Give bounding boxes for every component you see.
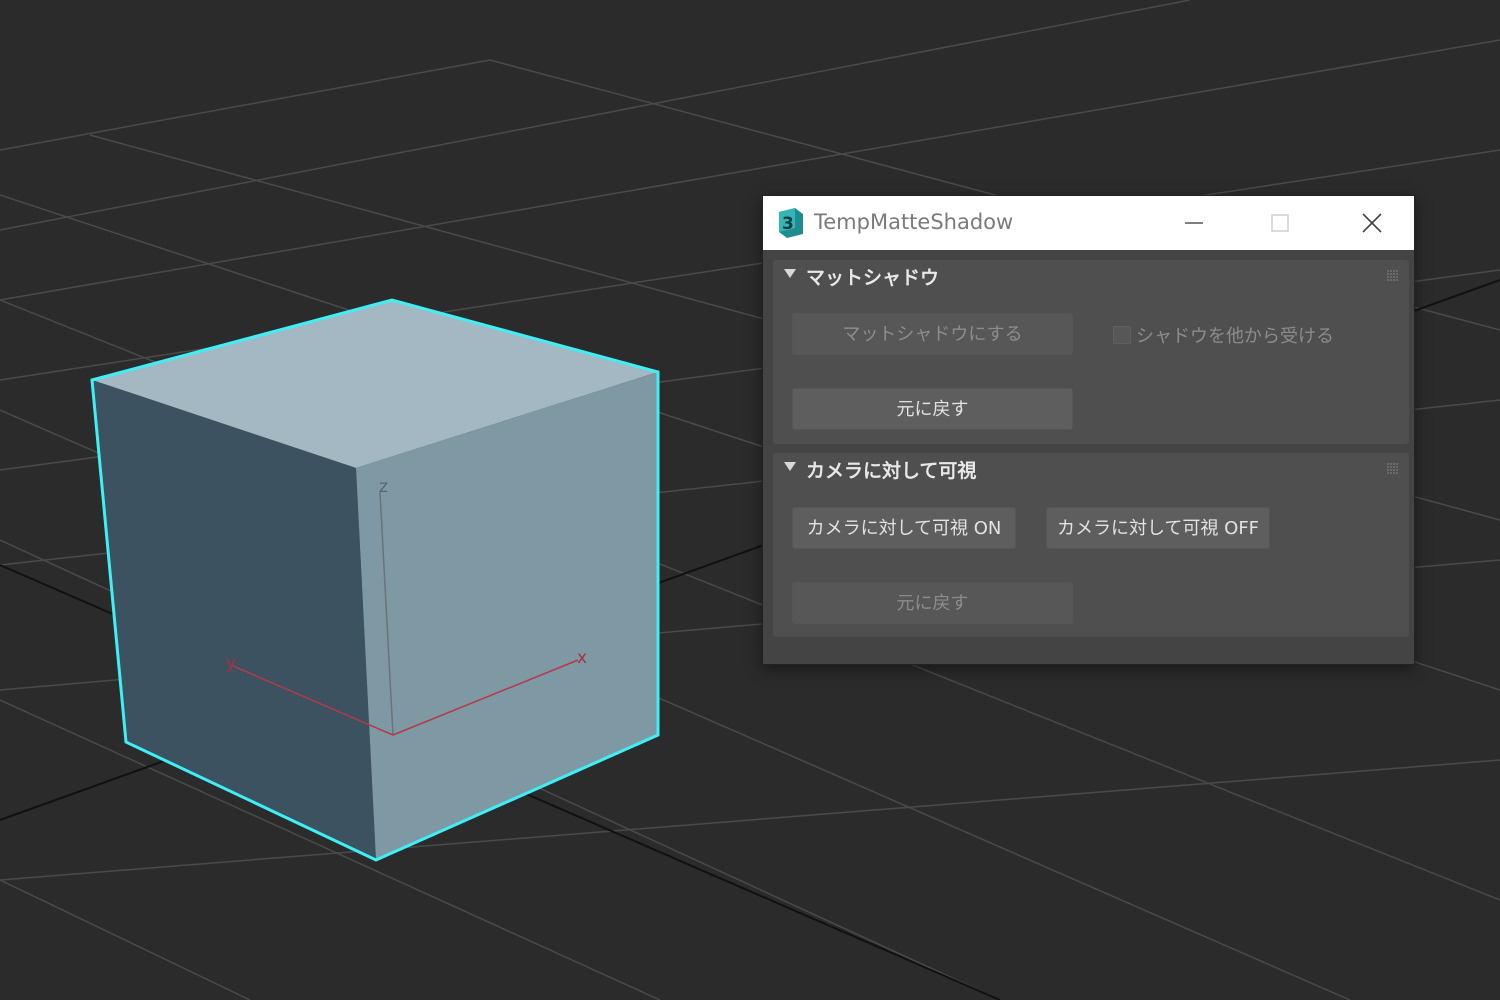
maximize-icon bbox=[1271, 214, 1289, 232]
make-matte-shadow-button[interactable]: マットシャドウにする bbox=[792, 313, 1073, 355]
rollout-title[interactable]: マットシャドウ bbox=[806, 263, 939, 290]
camera-visible-on-button[interactable]: カメラに対して可視 ON bbox=[792, 507, 1016, 549]
receive-shadow-checkbox[interactable] bbox=[1113, 326, 1131, 344]
collapse-arrow-icon[interactable] bbox=[784, 269, 796, 278]
grip-icon[interactable] bbox=[1387, 270, 1399, 282]
rollout-title[interactable]: カメラに対して可視 bbox=[806, 456, 976, 483]
maximize-button[interactable] bbox=[1236, 196, 1324, 250]
collapse-arrow-icon[interactable] bbox=[784, 462, 796, 471]
grip-icon[interactable] bbox=[1387, 463, 1399, 475]
dialog-titlebar[interactable]: 3 TempMatteShadow bbox=[763, 196, 1414, 250]
minimize-button[interactable] bbox=[1148, 196, 1236, 250]
revert-matte-shadow-button[interactable]: 元に戻す bbox=[792, 388, 1073, 430]
camera-visible-off-button[interactable]: カメラに対して可視 OFF bbox=[1046, 507, 1270, 549]
temp-matte-shadow-dialog: 3 TempMatteShadow マットシャドウ マットシャドウにする シャド… bbox=[763, 196, 1414, 664]
close-button[interactable] bbox=[1325, 196, 1413, 250]
x-axis-label: x bbox=[577, 648, 587, 668]
y-axis-label: y bbox=[226, 653, 236, 673]
revert-camera-visibility-button[interactable]: 元に戻す bbox=[792, 582, 1073, 624]
minimize-icon bbox=[1185, 222, 1203, 224]
svg-text:3: 3 bbox=[782, 214, 794, 234]
matte-shadow-rollout: マットシャドウ マットシャドウにする シャドウを他から受ける 元に戻す bbox=[773, 260, 1409, 444]
camera-visibility-rollout: カメラに対して可視 カメラに対して可視 ON カメラに対して可視 OFF 元に戻… bbox=[773, 453, 1409, 637]
3dsmax-icon: 3 bbox=[779, 208, 803, 238]
close-icon bbox=[1362, 213, 1382, 233]
z-axis-label: z bbox=[379, 477, 388, 497]
dialog-title: TempMatteShadow bbox=[814, 210, 1014, 234]
receive-shadow-label: シャドウを他から受ける bbox=[1136, 326, 1334, 347]
